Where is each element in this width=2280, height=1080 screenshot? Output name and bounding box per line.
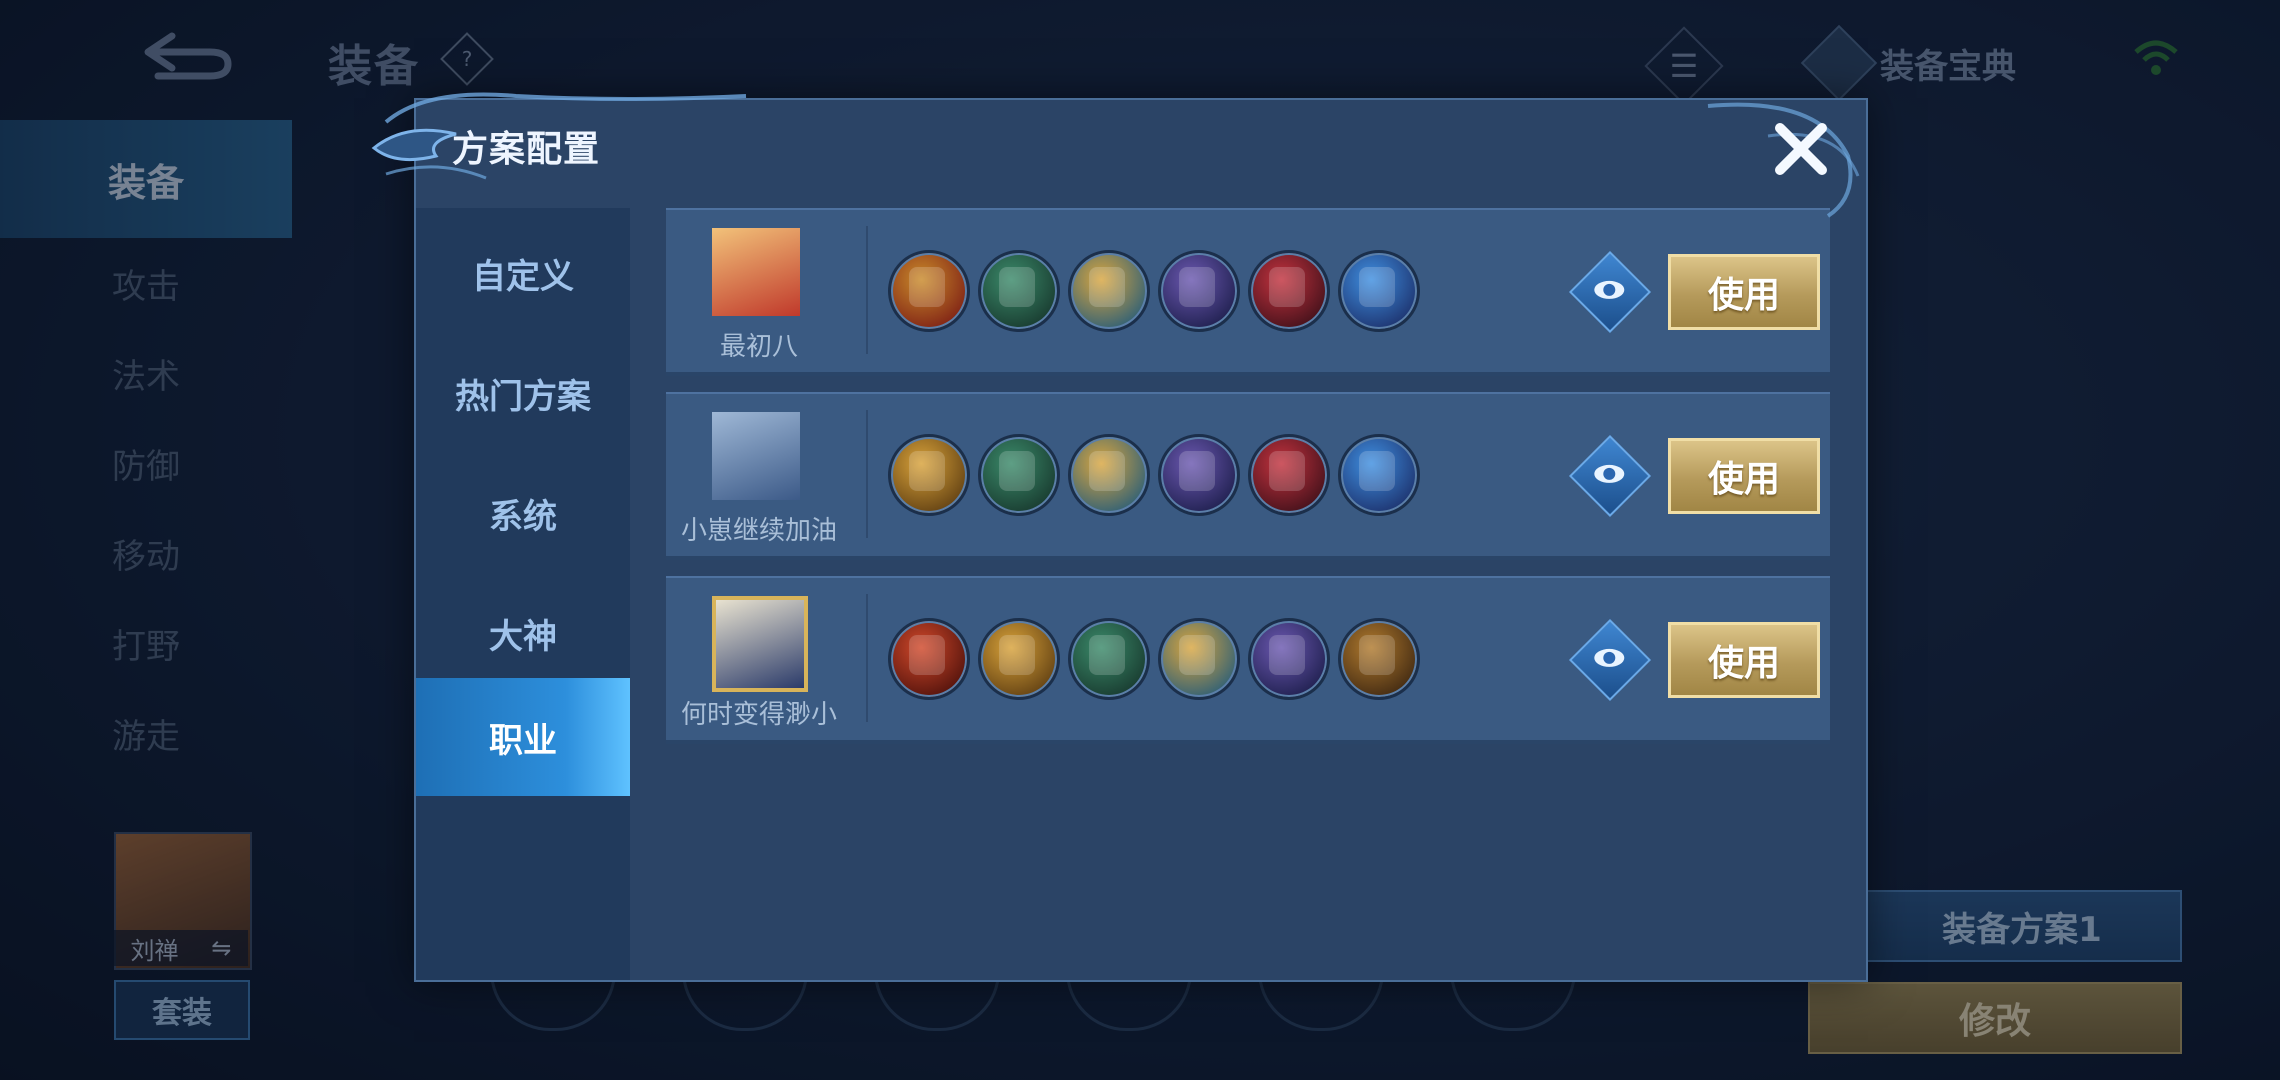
page-title: 装备 — [328, 41, 420, 92]
list-icon[interactable]: ☰ — [1644, 26, 1724, 106]
eye-icon — [1594, 464, 1625, 483]
tab-active[interactable]: 职业 — [416, 678, 630, 796]
help-icon[interactable]: ? — [440, 32, 494, 86]
anime-boy-avatar-icon — [712, 412, 800, 500]
framed-hero-avatar-icon — [712, 596, 808, 692]
boots-item-icon[interactable] — [978, 250, 1060, 332]
list-symbol: ☰ — [1669, 47, 1699, 85]
purple-cape-item-icon[interactable] — [1158, 434, 1240, 516]
sidebar-item[interactable]: 防御 — [0, 418, 292, 508]
gold-armor-item-icon[interactable] — [978, 618, 1060, 700]
gold-red-gem-item-icon[interactable] — [888, 250, 970, 332]
plan-author-name: 最初八 — [719, 332, 798, 362]
plan-row: 最初八 使用 — [666, 208, 1830, 376]
purple-cape-item-icon[interactable] — [1248, 618, 1330, 700]
plan-author[interactable]: 何时变得渺小 — [666, 576, 866, 740]
sidebar-item-label: 装备 — [107, 160, 184, 205]
sidebar-item[interactable]: 法术 — [0, 328, 292, 418]
wifi-signal-icon — [2134, 40, 2178, 75]
gold-crest-item-icon[interactable] — [1158, 618, 1240, 700]
sidebar-item-label: 游走 — [112, 716, 180, 757]
sidebar-item-label: 法术 — [112, 356, 180, 397]
plan-row: 何时变得渺小 使用 — [666, 576, 1830, 744]
plan-items — [888, 434, 1420, 516]
row-divider — [866, 226, 868, 354]
row-divider — [866, 594, 868, 722]
gold-crest-item-icon[interactable] — [1068, 434, 1150, 516]
codex-label: 装备宝典 — [1880, 46, 2016, 87]
back-arrow-icon[interactable] — [138, 30, 234, 84]
purple-cape-item-icon[interactable] — [1158, 250, 1240, 332]
plan-author-name: 小崽继续加油 — [680, 516, 837, 546]
sidebar-item[interactable]: 打野 — [0, 598, 292, 688]
category-sidebar: 装备攻击法术防御移动打野游走 — [0, 120, 292, 778]
preview-eye-icon[interactable] — [1568, 618, 1652, 702]
plan-row: 小崽继续加油 使用 — [666, 392, 1830, 560]
plan-category-tabs: 自定义 热门方案 系统 大神 职业 — [416, 208, 630, 980]
boots-item-icon[interactable] — [1068, 618, 1150, 700]
blue-gold-armor-item-icon[interactable] — [1338, 250, 1420, 332]
red-armor-item-icon[interactable] — [1248, 434, 1330, 516]
bronze-armor-item-icon[interactable] — [1338, 618, 1420, 700]
eye-icon — [1594, 280, 1625, 299]
sidebar-item[interactable]: 装备 — [0, 120, 292, 238]
edit-button[interactable]: 修改 — [1808, 982, 2182, 1054]
equipment-plan-button[interactable]: 装备方案1 — [1862, 890, 2182, 962]
use-button[interactable]: 使用 — [1668, 622, 1820, 698]
plan-items — [888, 250, 1420, 332]
boots-item-icon[interactable] — [978, 434, 1060, 516]
tab-item[interactable]: 自定义 — [416, 214, 630, 332]
eye-icon — [1594, 648, 1625, 667]
use-button[interactable]: 使用 — [1668, 254, 1820, 330]
plan-items — [888, 618, 1420, 700]
tab-item[interactable]: 大神 — [416, 574, 630, 692]
gold-crest-item-icon[interactable] — [1068, 250, 1150, 332]
blue-gold-armor-item-icon[interactable] — [1338, 434, 1420, 516]
hero-name-bar[interactable]: 刘禅 ⇋ — [114, 930, 248, 966]
tab-item[interactable]: 系统 — [416, 454, 630, 572]
plan-config-dialog: 方案配置 自定义 热门方案 系统 大神 职业 最初八 使用 小崽继续加油 使用 何时变得渺小 使用 — [371, 92, 1868, 982]
sidebar-item-label: 防御 — [112, 446, 180, 487]
sidebar-item[interactable]: 游走 — [0, 688, 292, 778]
tab-item[interactable]: 热门方案 — [416, 334, 630, 452]
preview-eye-icon[interactable] — [1568, 434, 1652, 518]
sidebar-item-label: 移动 — [112, 536, 180, 577]
close-icon[interactable] — [1766, 114, 1836, 184]
suit-button[interactable]: 套装 — [114, 980, 250, 1040]
help-symbol: ? — [461, 47, 473, 71]
red-orb-item-icon[interactable] — [888, 618, 970, 700]
sidebar-item-label: 打野 — [112, 626, 180, 667]
plan-author[interactable]: 小崽继续加油 — [666, 392, 866, 556]
dialog-title: 方案配置 — [452, 129, 601, 170]
use-button[interactable]: 使用 — [1668, 438, 1820, 514]
preview-eye-icon[interactable] — [1568, 250, 1652, 334]
equipment-codex-button[interactable]: 装备宝典 — [1800, 24, 2016, 102]
gold-armor-item-icon[interactable] — [888, 434, 970, 516]
sidebar-item-label: 攻击 — [112, 266, 180, 307]
codex-book-icon — [1800, 24, 1878, 102]
plan-author-name: 何时变得渺小 — [680, 700, 837, 730]
plan-author[interactable]: 最初八 — [666, 208, 866, 372]
sidebar-item[interactable]: 移动 — [0, 508, 292, 598]
swap-hero-icon[interactable]: ⇋ — [211, 934, 231, 962]
row-divider — [866, 410, 868, 538]
red-armor-item-icon[interactable] — [1248, 250, 1330, 332]
hero-name: 刘禅 — [130, 936, 179, 965]
sidebar-item[interactable]: 攻击 — [0, 238, 292, 328]
straw-hat-avatar-icon — [712, 228, 800, 316]
